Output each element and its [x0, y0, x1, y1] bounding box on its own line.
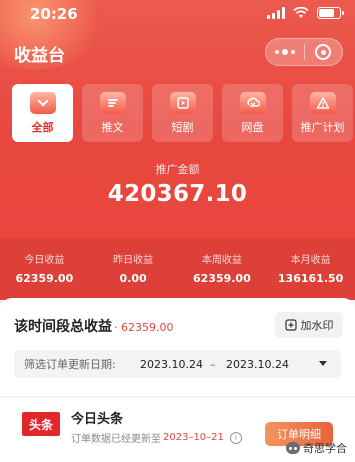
- stat-value: 0.00: [119, 272, 147, 285]
- add-watermark-button[interactable]: 加水印: [275, 312, 343, 338]
- period-title: 该时间段总收益 · 62359.00: [14, 316, 173, 336]
- tab-label: 网盘: [241, 121, 264, 134]
- signal-icon: [267, 7, 285, 19]
- tab-label: 短剧: [171, 121, 194, 134]
- play-icon: [169, 92, 196, 114]
- stat-month: 本月收益 136161.50: [266, 238, 355, 300]
- header-area: 20:26 收益台 全部 推文 短剧 网盘 推广计划 推广金额 420367.1…: [0, 0, 355, 300]
- tab-label: 推文: [101, 121, 124, 134]
- tab-label: 推广计划: [300, 121, 345, 134]
- start-date[interactable]: 2023.10.24: [140, 358, 203, 371]
- stat-today: 今日收益 62359.00: [0, 238, 89, 300]
- watermark-icon: [284, 319, 297, 331]
- tab-short-drama[interactable]: 短剧: [152, 84, 213, 142]
- article-icon: [99, 92, 126, 114]
- info-icon[interactable]: i: [229, 431, 242, 444]
- stat-value: 136161.50: [277, 272, 344, 285]
- add-watermark-label: 加水印: [300, 319, 334, 332]
- update-info: 订单数据已经更新至 2023–10–21 i: [71, 430, 242, 445]
- status-bar: 20:26: [0, 0, 355, 28]
- tab-netdisk[interactable]: 网盘: [222, 84, 283, 142]
- period-earnings-card: 该时间段总收益 · 62359.00 加水印 筛选订单更新日期: 2023.10.…: [0, 298, 355, 396]
- date-separator: –: [210, 357, 216, 371]
- status-time: 20:26: [30, 5, 78, 23]
- tab-label: 全部: [31, 121, 54, 134]
- watermark-overlay: 奇思学合: [286, 440, 347, 456]
- chat-bubble-icon: [286, 442, 300, 454]
- watermark-text: 奇思学合: [303, 442, 347, 455]
- close-circle-icon: [315, 44, 332, 60]
- cloud-sync-icon: [239, 92, 266, 114]
- battery-icon: [317, 7, 344, 19]
- stat-value: 62359.00: [192, 272, 251, 285]
- chevron-down-icon: [29, 92, 56, 114]
- tab-articles[interactable]: 推文: [82, 84, 143, 142]
- page-title: 收益台: [14, 46, 65, 66]
- platform-row: 头条 今日头条 订单数据已经更新至 2023–10–21 i 订单明细 奇思学合: [0, 398, 355, 462]
- filter-label: 筛选订单更新日期:: [24, 358, 116, 371]
- stat-label: 本周收益: [201, 255, 242, 266]
- period-title-text: 该时间段总收益: [14, 319, 112, 335]
- platform-name: 今日头条: [71, 412, 124, 427]
- warning-icon: [309, 92, 336, 114]
- mini-program-capsule: [265, 38, 343, 66]
- stat-label: 今日收益: [24, 255, 65, 266]
- date-filter[interactable]: 筛选订单更新日期: 2023.10.24 – 2023.10.24: [14, 350, 341, 378]
- promo-amount-value: 420367.10: [107, 181, 248, 207]
- toutiao-logo: 头条: [22, 412, 60, 436]
- stat-label: 昨日收益: [113, 255, 154, 266]
- more-menu-button[interactable]: [266, 39, 304, 65]
- earnings-stats: 今日收益 62359.00 昨日收益 0.00 本周收益 62359.00 本月…: [0, 238, 355, 300]
- stat-value: 62359.00: [15, 272, 74, 285]
- stat-yesterday: 昨日收益 0.00: [89, 238, 178, 300]
- close-miniprogram-button[interactable]: [304, 39, 342, 65]
- update-prefix: 订单数据已经更新至: [71, 434, 161, 445]
- stat-label: 本月收益: [290, 255, 331, 266]
- stat-week: 本周收益 62359.00: [178, 238, 267, 300]
- dropdown-caret-icon[interactable]: [319, 361, 327, 366]
- end-date[interactable]: 2023.10.24: [226, 358, 289, 371]
- category-tabs: 全部 推文 短剧 网盘 推广计划: [12, 84, 353, 142]
- tab-promo-plan[interactable]: 推广计划: [292, 84, 353, 142]
- tab-all[interactable]: 全部: [12, 84, 73, 142]
- status-icons: [267, 7, 344, 19]
- promo-amount-label: 推广金额: [155, 163, 200, 176]
- update-date: 2023–10–21: [163, 432, 224, 443]
- wifi-icon: [293, 7, 309, 18]
- period-total: · 62359.00: [114, 321, 174, 334]
